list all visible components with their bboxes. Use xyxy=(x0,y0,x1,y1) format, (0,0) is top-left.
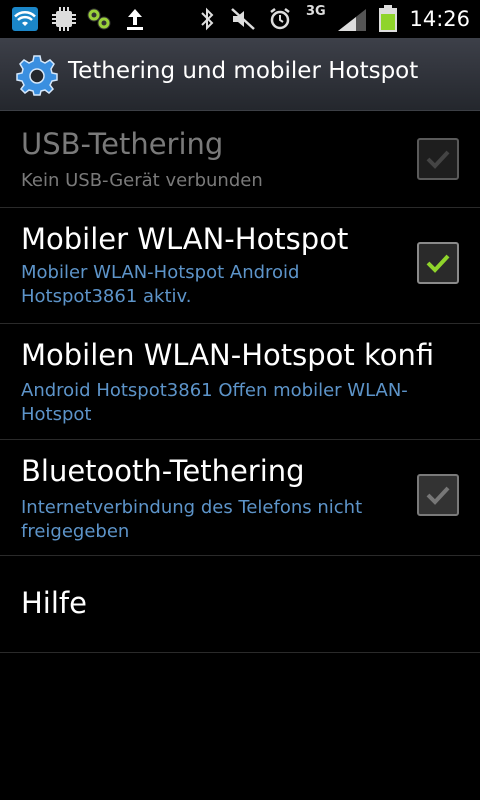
status-bar: 3G 14:26 xyxy=(0,0,480,38)
list-item-bluetooth-tethering[interactable]: Bluetooth-Tethering Internetverbindung d… xyxy=(0,440,480,556)
list-item-wlan-hotspot[interactable]: Mobiler WLAN-Hotspot Mobiler WLAN-Hotspo… xyxy=(0,208,480,324)
bluetooth-tethering-checkbox[interactable] xyxy=(417,474,459,516)
list-item-subtitle: Kein USB-Gerät verbunden xyxy=(21,170,263,191)
list-item-title: Hilfe xyxy=(21,586,87,620)
checkmark-icon xyxy=(426,486,450,505)
list-item-subtitle: Mobiler WLAN-Hotspot Android Hotspot3861… xyxy=(21,262,300,307)
checkmark-icon xyxy=(426,150,450,169)
wifi-icon xyxy=(12,7,38,31)
android-share-icon xyxy=(87,8,111,30)
list-item-usb-tethering[interactable]: USB-Tethering Kein USB-Gerät verbunden xyxy=(0,111,480,208)
checkmark-icon xyxy=(426,254,450,273)
alarm-icon xyxy=(270,8,290,30)
list-item-configure-hotspot[interactable]: Mobilen WLAN-Hotspot konfi Android Hotsp… xyxy=(0,324,480,440)
list-item-subtitle: Internetverbindung des Telefons nicht fr… xyxy=(21,497,363,542)
network-type-label: 3G xyxy=(306,4,326,19)
list-item-title: Bluetooth-Tethering xyxy=(21,454,305,488)
usb-tethering-checkbox[interactable] xyxy=(417,138,459,180)
clock: 14:26 xyxy=(409,7,470,31)
gear-icon[interactable] xyxy=(16,54,58,96)
chip-icon xyxy=(52,7,76,31)
list-item-title: USB-Tethering xyxy=(21,127,224,161)
upload-icon xyxy=(127,9,143,30)
action-bar: Tethering und mobiler Hotspot xyxy=(0,38,480,111)
list-item-subtitle: Android Hotspot3861 Offen mobiler WLAN-H… xyxy=(21,380,408,425)
mute-icon xyxy=(231,8,255,30)
list-item-title: Mobilen WLAN-Hotspot konfi xyxy=(21,338,435,372)
battery-icon xyxy=(379,5,397,32)
list-item-help[interactable]: Hilfe xyxy=(0,556,480,653)
bluetooth-icon xyxy=(201,7,214,31)
list-item-title: Mobiler WLAN-Hotspot xyxy=(21,222,349,256)
wlan-hotspot-checkbox[interactable] xyxy=(417,242,459,284)
settings-list: USB-Tethering Kein USB-Gerät verbunden M… xyxy=(0,111,480,653)
signal-icon xyxy=(338,9,366,31)
page-title: Tethering und mobiler Hotspot xyxy=(68,58,419,84)
